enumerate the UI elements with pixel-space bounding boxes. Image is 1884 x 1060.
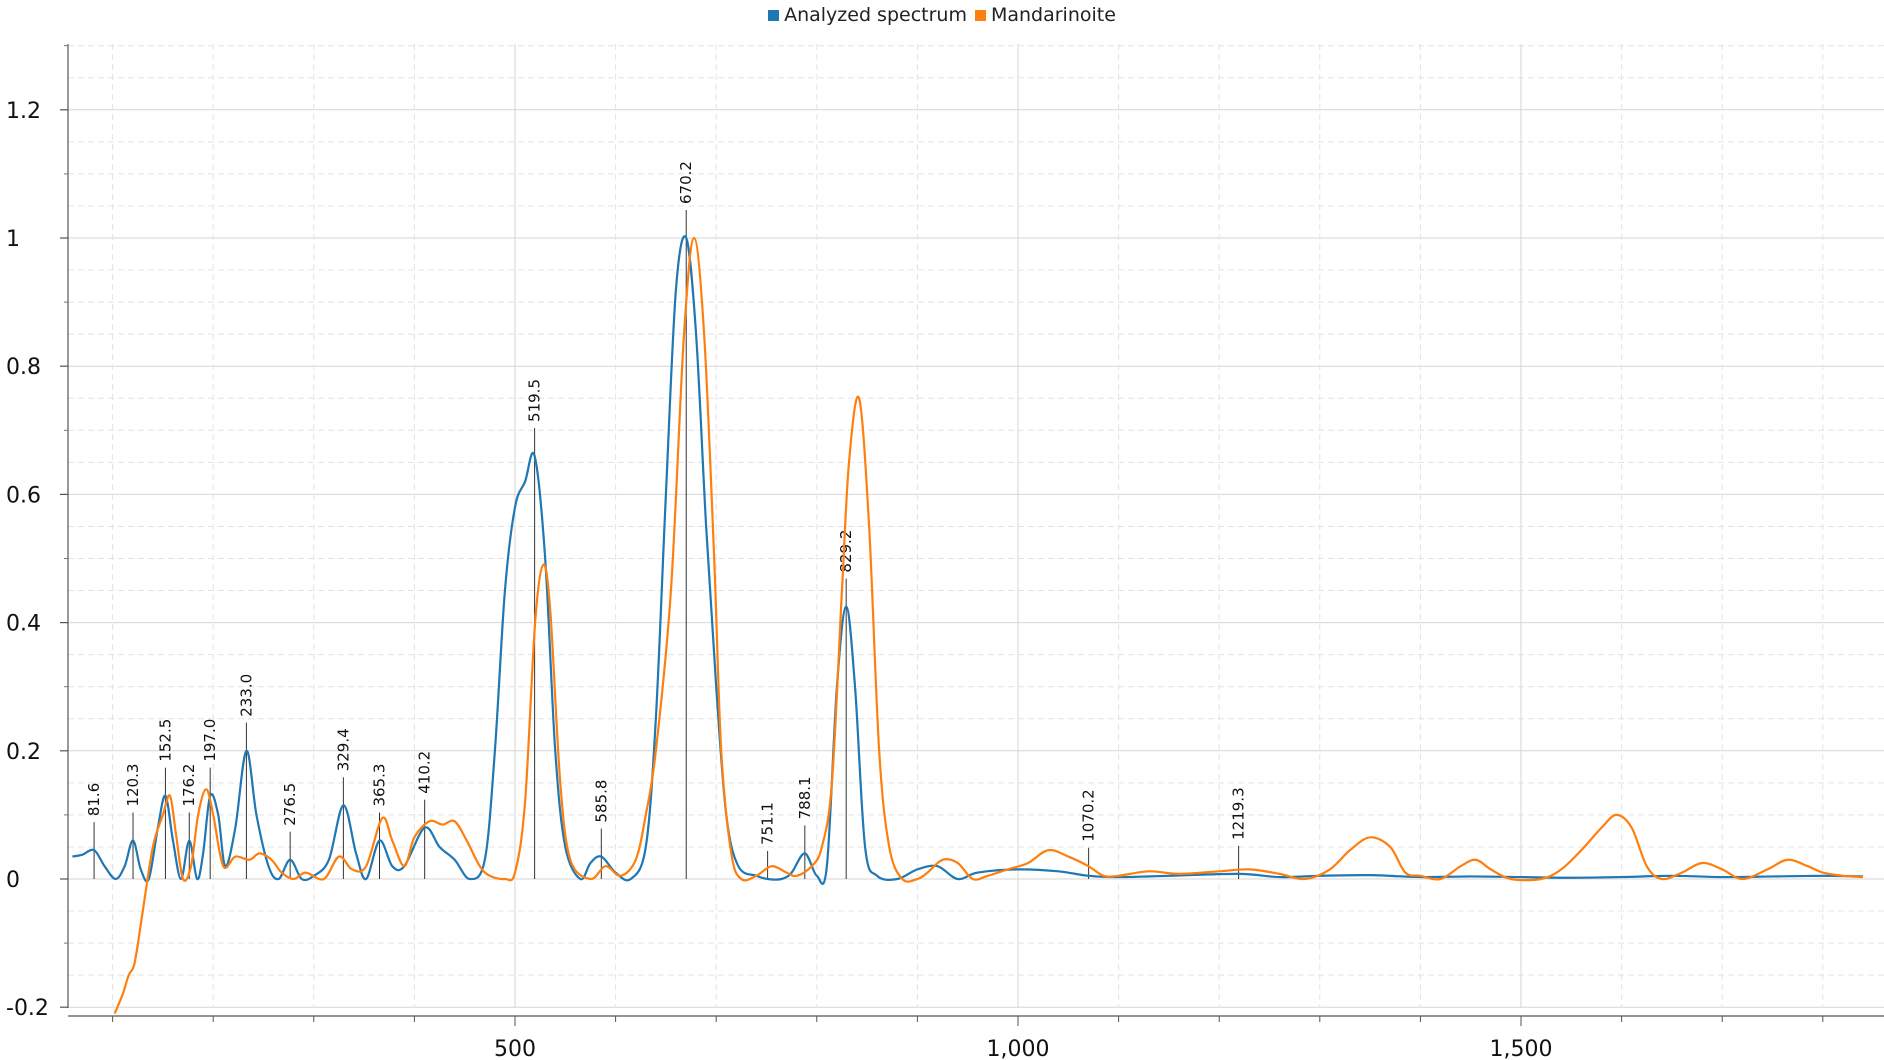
x-tick-label: 1,000: [987, 1037, 1050, 1060]
y-tick-label: 0.4: [6, 612, 41, 637]
peak-label: 81.6: [85, 783, 103, 816]
peak-label: 120.3: [124, 764, 142, 807]
peak-label: 176.2: [180, 764, 198, 807]
peak-label: 751.1: [759, 802, 777, 845]
y-tick-label: 1: [6, 227, 20, 252]
y-tick-label: 0: [6, 868, 20, 893]
x-tick-label: 1,500: [1490, 1037, 1553, 1060]
y-tick-label: 0.6: [6, 483, 41, 508]
peak-label: 410.2: [416, 751, 434, 794]
peak-label: 670.2: [677, 161, 695, 204]
series-line-analyzed-spectrum: [72, 235, 1864, 885]
peak-label: 585.8: [592, 780, 610, 823]
peak-label: 233.0: [237, 674, 255, 717]
y-tick-label: -0.2: [6, 996, 49, 1021]
peak-label: 152.5: [156, 719, 174, 762]
peak-label: 1219.3: [1230, 787, 1248, 840]
peak-markers: 81.6 120.3 152.5 176.2197.0 233.0 276.5 329.4 3…: [85, 161, 1248, 879]
peak-label: 197.0: [201, 719, 219, 762]
peak-label: 519.5: [526, 379, 544, 422]
peak-label: 329.4: [334, 728, 352, 771]
spectrum-chart: -0.2 0 0.2 0.4 0.6 0.8 1 1.2 500 1,000 1,500 81.6 12…: [6, 44, 1884, 1060]
x-tick-labels: 500 1,000 1,500: [112, 1016, 1824, 1060]
y-tick-labels: -0.2 0 0.2 0.4 0.6 0.8 1 1.2: [6, 99, 68, 1021]
x-tick-label: 500: [494, 1037, 536, 1060]
peak-label: 365.3: [370, 764, 388, 807]
y-tick-label: 0.2: [6, 740, 41, 765]
series-line-mandarinoite: [113, 236, 1864, 1015]
peak-label: 788.1: [796, 776, 814, 819]
y-tick-label: 1.2: [6, 99, 41, 124]
peak-label: 1070.2: [1080, 789, 1098, 842]
grid-lines: [68, 44, 1884, 1008]
y-tick-label: 0.8: [6, 355, 41, 380]
peak-label: 276.5: [281, 783, 299, 826]
peak-label: 829.2: [837, 530, 855, 573]
